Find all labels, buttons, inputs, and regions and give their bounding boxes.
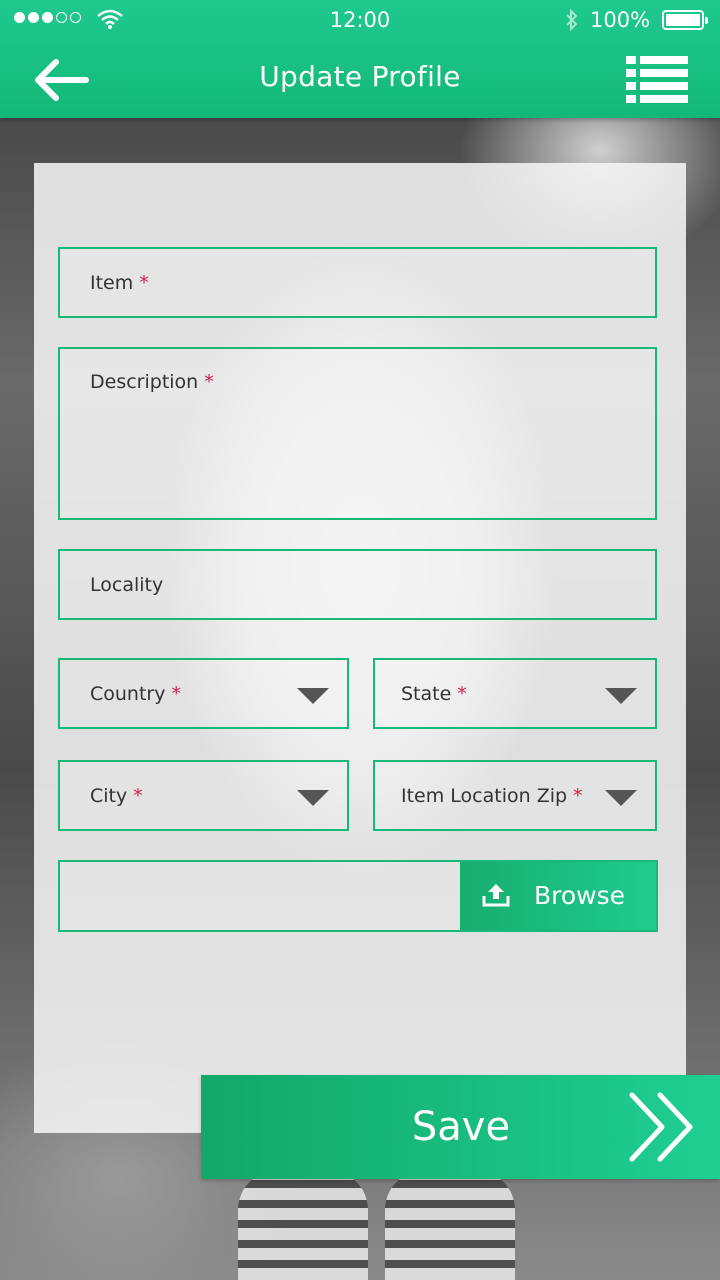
double-chevron-right-icon (629, 1092, 693, 1162)
item-field[interactable]: Item * (58, 247, 657, 318)
state-label: State * (401, 683, 467, 705)
zip-label: Item Location Zip * (401, 785, 583, 807)
list-menu-icon[interactable] (626, 56, 688, 104)
description-field[interactable]: Description * (58, 347, 657, 520)
browse-label: Browse (534, 881, 626, 910)
required-marker: * (139, 272, 149, 294)
upload-icon (482, 884, 510, 907)
item-label: Item * (90, 272, 149, 294)
locality-field[interactable]: Locality (58, 549, 657, 620)
country-label: Country * (90, 683, 181, 705)
city-label: City * (90, 785, 143, 807)
battery-percentage: 100% (590, 8, 651, 32)
required-marker: * (171, 683, 181, 705)
required-marker: * (573, 785, 583, 807)
app-header: 12:00 100% Update Profile (0, 0, 720, 118)
browse-button[interactable]: Browse (460, 862, 656, 930)
background-shoe (385, 1170, 515, 1280)
page-title: Update Profile (259, 60, 461, 93)
dropdown-caret-icon (297, 688, 329, 704)
country-select[interactable]: Country * (58, 658, 349, 729)
required-marker: * (457, 683, 467, 705)
zip-select[interactable]: Item Location Zip * (373, 760, 657, 831)
required-marker: * (204, 371, 214, 393)
battery-icon (662, 10, 708, 30)
file-upload-field[interactable]: Browse (58, 860, 658, 932)
locality-label: Locality (90, 574, 164, 596)
background-shoe (238, 1170, 368, 1280)
dropdown-caret-icon (605, 790, 637, 806)
bluetooth-icon (566, 8, 578, 32)
state-select[interactable]: State * (373, 658, 657, 729)
city-select[interactable]: City * (58, 760, 349, 831)
dropdown-caret-icon (297, 790, 329, 806)
description-label: Description * (90, 371, 214, 393)
status-bar: 12:00 100% (0, 0, 720, 40)
required-marker: * (133, 785, 143, 807)
dropdown-caret-icon (605, 688, 637, 704)
